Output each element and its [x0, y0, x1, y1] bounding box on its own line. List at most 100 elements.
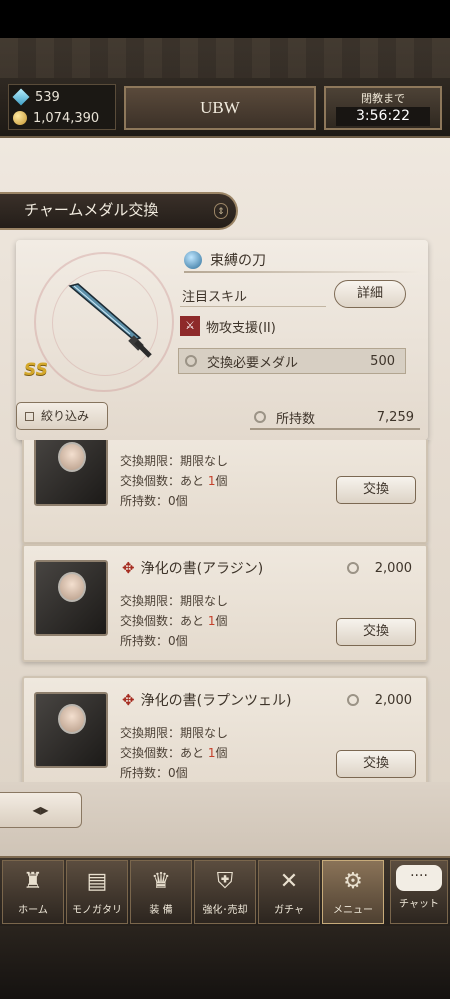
- exchange-count-prefix: 交換個数：あと: [120, 614, 205, 628]
- character-portrait: [58, 442, 86, 472]
- item-title: 浄化の書(ラプンツェル): [140, 693, 292, 709]
- filter-label: 絞り込み: [41, 409, 90, 423]
- medal-icon: [346, 694, 359, 706]
- nav-label: 装 備: [149, 905, 173, 916]
- character-portrait: [58, 704, 86, 734]
- top-ornament: [0, 38, 450, 78]
- required-medal-label: 交換必要メダル: [207, 355, 299, 371]
- back-button[interactable]: ◂▸: [0, 792, 82, 828]
- detail-button[interactable]: 詳細: [334, 280, 406, 308]
- cross-icon: ✥: [122, 691, 135, 709]
- back-arrow-icon: ◂▸: [32, 800, 49, 819]
- gem-icon: [12, 88, 30, 106]
- book-thumbnail: [34, 560, 108, 636]
- chat-button[interactable]: ···· チャット: [390, 860, 448, 924]
- chat-label: チャット: [399, 899, 439, 910]
- nav-label: メニュー: [333, 905, 373, 916]
- water-element-icon: [184, 251, 202, 269]
- exchange-count: 交換個数：あと 1個: [120, 744, 228, 761]
- section-header[interactable]: チャームメダル交換 ⇕: [0, 192, 238, 230]
- filter-icon: [25, 412, 34, 421]
- bottom-nav: ♜ ホーム ▤ モノガタリ ♛ 装 備 ⛨ 強化･売却 ✕ ガチャ ⚙ メニュー: [0, 856, 450, 926]
- timer-box: 閉教まで 3:56:22: [324, 86, 442, 130]
- item-title-row: ✥ 浄化の書(アラジン) 2,000: [122, 558, 412, 578]
- enhance-icon: ⛨: [216, 869, 234, 894]
- gold-counter: 1,074,390: [13, 108, 99, 128]
- rank-badge: SS: [24, 360, 48, 380]
- exchange-deadline: 交換期限：期限なし: [120, 594, 229, 608]
- item-title: 浄化の書(アラジン): [140, 561, 264, 577]
- gear-icon: ⚙: [343, 869, 363, 894]
- gacha-icon: ✕: [279, 869, 299, 894]
- medal-icon: [346, 562, 359, 574]
- gem-count: 539: [35, 89, 60, 105]
- item-name-row: 束縛の刀: [184, 250, 266, 270]
- medal-icon: [254, 411, 266, 423]
- coin-icon: [13, 111, 27, 125]
- chat-bubble-icon: ····: [396, 865, 442, 891]
- nav-home[interactable]: ♜ ホーム: [2, 860, 64, 924]
- book-thumbnail: [34, 440, 108, 506]
- medal-icon: [185, 355, 197, 367]
- nav-gacha[interactable]: ✕ ガチャ: [258, 860, 320, 924]
- katana-icon: [68, 283, 152, 358]
- owned-count: 所持数：0個: [120, 494, 188, 508]
- divider: [184, 271, 420, 273]
- attack-support-icon: ⚔: [180, 316, 200, 336]
- skill-name: 物攻支援(II): [206, 320, 276, 336]
- item-cost: 2,000: [346, 692, 412, 708]
- item-cost-value: 2,000: [374, 692, 412, 708]
- item-detail-panel: SS 束縛の刀 注目スキル 詳細 ⚔ 物攻支援(II) 交換必要メダル 500 …: [16, 240, 428, 440]
- owned-count: 所持数：0個: [120, 766, 188, 780]
- skill-row: ⚔ 物攻支援(II): [180, 316, 276, 336]
- nav-enhance[interactable]: ⛨ 強化･売却: [194, 860, 256, 924]
- resource-box: 539 1,074,390: [8, 84, 116, 130]
- gem-counter: 539: [12, 87, 60, 107]
- book-thumbnail: [34, 692, 108, 768]
- switch-arrows-icon[interactable]: ⇕: [214, 203, 228, 219]
- cross-icon: ✥: [122, 559, 135, 577]
- page-title: UBW: [124, 86, 316, 130]
- list-item: ✥ 浄化の書(ラプンツェル) 2,000 交換期限：期限なし 交換個数：あと 1…: [22, 676, 428, 782]
- character-portrait: [58, 572, 86, 602]
- exchange-count: 交換個数：あと 1個: [120, 612, 228, 629]
- skill-label: 注目スキル: [182, 290, 248, 305]
- exchange-count-suffix: 個: [215, 474, 228, 488]
- nav-label: モノガタリ: [72, 905, 122, 916]
- exchange-count: 交換個数：あと 1個: [120, 472, 228, 489]
- nav-equipment[interactable]: ♛ 装 備: [130, 860, 192, 924]
- item-name: 束縛の刀: [210, 253, 266, 269]
- exchange-count-suffix: 個: [215, 614, 228, 628]
- nav-label: 強化･売却: [202, 905, 248, 916]
- list-item: 交換期限：期限なし 交換個数：あと 1個 所持数：0個 交換: [22, 440, 428, 544]
- item-cost-value: 2,000: [374, 560, 412, 576]
- nav-label: ガチャ: [274, 905, 304, 916]
- exchange-deadline: 交換期限：期限なし: [120, 726, 229, 740]
- list-item: ✥ 浄化の書(アラジン) 2,000 交換期限：期限なし 交換個数：あと 1個 …: [22, 544, 428, 662]
- item-cost: 2,000: [346, 560, 412, 576]
- equipment-icon: ♛: [151, 869, 171, 894]
- nav-menu[interactable]: ⚙ メニュー: [322, 860, 384, 924]
- owned-value: 7,259: [376, 409, 414, 425]
- nav-monogatari[interactable]: ▤ モノガタリ: [66, 860, 128, 924]
- book-icon: ▤: [86, 869, 108, 894]
- exchange-count-prefix: 交換個数：あと: [120, 746, 205, 760]
- divider: [180, 306, 326, 307]
- exchange-button[interactable]: 交換: [336, 750, 416, 778]
- exchange-deadline: 交換期限：期限なし: [120, 454, 229, 468]
- section-title: チャームメダル交換: [24, 203, 159, 219]
- timer-label: 閉教まで: [361, 92, 405, 105]
- owned-medals-row: 所持数 7,259: [250, 406, 420, 430]
- exchange-button[interactable]: 交換: [336, 476, 416, 504]
- bottom-frame: [0, 926, 450, 999]
- exchange-count-suffix: 個: [215, 746, 228, 760]
- gold-count: 1,074,390: [33, 110, 100, 126]
- exchange-button[interactable]: 交換: [336, 618, 416, 646]
- exchange-list[interactable]: 交換期限：期限なし 交換個数：あと 1個 所持数：0個 交換 ✥ 浄化の書(アラ…: [0, 440, 450, 782]
- timer-value: 3:56:22: [336, 107, 430, 126]
- exchange-count-prefix: 交換個数：あと: [120, 474, 205, 488]
- filter-button[interactable]: 絞り込み: [16, 402, 108, 430]
- castle-icon: ♜: [23, 869, 43, 894]
- owned-count: 所持数：0個: [120, 634, 188, 648]
- owned-label: 所持数: [276, 411, 316, 427]
